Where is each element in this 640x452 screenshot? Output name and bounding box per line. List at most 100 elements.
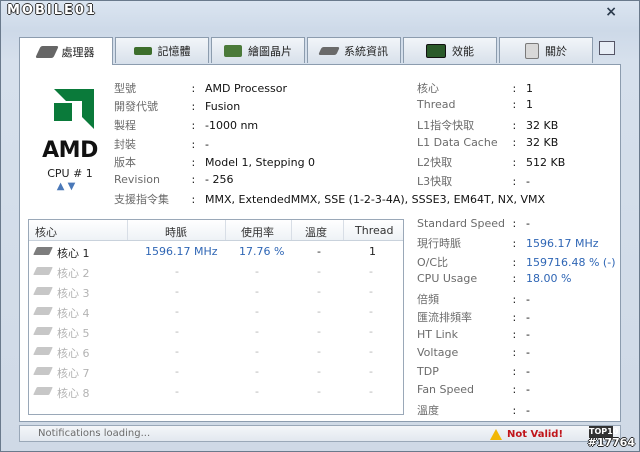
status-bar: Notifications loading... Not Valid! bbox=[19, 425, 621, 442]
stat-row: 現行時脈 : 1596.17 MHz bbox=[417, 237, 599, 250]
cpu-selector-label: CPU # 1 bbox=[47, 167, 93, 180]
info-value: - 256 bbox=[205, 173, 234, 186]
stat-row: 倍頻 : - bbox=[417, 293, 530, 306]
stat-label: TDP bbox=[417, 365, 439, 378]
tab-about[interactable]: 關於 bbox=[499, 37, 593, 63]
gpu-tab-icon bbox=[224, 44, 242, 57]
cell-clock: - bbox=[175, 285, 179, 298]
tab-system-info[interactable]: 系統資訊 bbox=[307, 37, 401, 63]
stat-value: - bbox=[526, 383, 530, 396]
stat-row: Standard Speed : - bbox=[417, 217, 530, 230]
stat-label: 匯流排頻率 bbox=[417, 311, 472, 324]
stat-value: - bbox=[526, 346, 530, 359]
info-label: 版本 bbox=[114, 156, 136, 169]
cpu-prev-arrow-icon[interactable]: ▲ bbox=[57, 181, 65, 192]
info-value: - bbox=[205, 138, 209, 151]
cell-temperature: - bbox=[317, 305, 321, 318]
tab-processor[interactable]: 處理器 bbox=[19, 37, 113, 65]
amd-arrow-icon bbox=[54, 89, 94, 129]
info-value: 1 bbox=[526, 82, 533, 95]
cpu-selector: ▲ ▼ bbox=[46, 181, 86, 192]
close-button[interactable]: × bbox=[605, 4, 617, 20]
stat-row: CPU Usage : 18.00 % bbox=[417, 272, 572, 285]
cell-thread: - bbox=[369, 385, 373, 398]
table-row[interactable]: 核心 8 - - - - bbox=[29, 382, 403, 402]
info-row-cores: 核心 : 1 bbox=[417, 82, 533, 95]
column-header-thread[interactable]: Thread bbox=[355, 224, 393, 237]
info-label: Revision bbox=[114, 173, 160, 186]
stat-label: Standard Speed bbox=[417, 217, 506, 230]
table-row[interactable]: 核心 6 - - - - bbox=[29, 342, 403, 362]
info-label: 開發代號 bbox=[114, 100, 158, 113]
column-header-core[interactable]: 核心 bbox=[35, 224, 57, 240]
table-row[interactable]: 核心 3 - - - - bbox=[29, 282, 403, 302]
info-row-model: 型號 : AMD Processor bbox=[114, 82, 287, 95]
cell-thread: - bbox=[369, 325, 373, 338]
tab-label: 系統資訊 bbox=[344, 44, 388, 58]
watermark-id: #17764 bbox=[587, 436, 636, 449]
settings-icon[interactable] bbox=[599, 41, 615, 55]
core-chip-icon bbox=[33, 267, 53, 275]
stat-value: - bbox=[526, 365, 530, 378]
info-row-l1-instruction: L1指令快取 : 32 KB bbox=[417, 119, 559, 132]
core-chip-icon bbox=[33, 367, 53, 375]
stat-value: - bbox=[526, 404, 530, 417]
info-value: 32 KB bbox=[526, 136, 559, 149]
stat-value: - bbox=[526, 328, 530, 341]
info-value: 1 bbox=[526, 98, 533, 111]
cell-core: 核心 2 bbox=[57, 267, 90, 280]
cell-clock: - bbox=[175, 265, 179, 278]
stat-label: CPU Usage bbox=[417, 272, 478, 285]
cell-temperature: - bbox=[317, 285, 321, 298]
core-chip-icon bbox=[33, 247, 53, 255]
info-row-revision: Revision : - 256 bbox=[114, 173, 234, 186]
stat-label: 倍頻 bbox=[417, 293, 439, 306]
info-label: 封裝 bbox=[114, 138, 136, 151]
system-tab-icon bbox=[318, 46, 340, 55]
table-row[interactable]: 核心 5 - - - - bbox=[29, 322, 403, 342]
validation-status[interactable]: Not Valid! bbox=[490, 427, 563, 441]
stat-label: 現行時脈 bbox=[417, 237, 461, 250]
column-header-clock[interactable]: 時脈 bbox=[165, 224, 187, 240]
column-header-usage[interactable]: 使用率 bbox=[241, 224, 274, 240]
info-row-l3: L3快取 : - bbox=[417, 175, 530, 188]
cell-clock: - bbox=[175, 305, 179, 318]
table-row[interactable]: 核心 4 - - - - bbox=[29, 302, 403, 322]
cell-usage: - bbox=[255, 265, 259, 278]
core-chip-icon bbox=[33, 347, 53, 355]
info-row-process: 製程 : -1000 nm bbox=[114, 119, 259, 132]
cell-core: 核心 4 bbox=[57, 307, 90, 320]
cell-thread: - bbox=[369, 285, 373, 298]
cell-thread: - bbox=[369, 305, 373, 318]
tab-graphics[interactable]: 繪圖晶片 bbox=[211, 37, 305, 63]
info-value: -1000 nm bbox=[205, 119, 259, 132]
column-header-temperature[interactable]: 溫度 bbox=[305, 224, 327, 240]
info-label: 型號 bbox=[114, 82, 136, 95]
stat-value: 18.00 % bbox=[526, 272, 572, 285]
cell-usage: - bbox=[255, 285, 259, 298]
stat-value: 1596.17 MHz bbox=[526, 237, 599, 250]
info-value: 32 KB bbox=[526, 119, 559, 132]
cell-core: 核心 1 bbox=[57, 247, 90, 260]
table-row[interactable]: 核心 7 - - - - bbox=[29, 362, 403, 382]
cell-core: 核心 6 bbox=[57, 347, 90, 360]
cell-clock: - bbox=[175, 325, 179, 338]
tab-memory[interactable]: 記憶體 bbox=[115, 37, 209, 63]
table-row[interactable]: 核心 2 - - - - bbox=[29, 262, 403, 282]
info-label: 製程 bbox=[114, 119, 136, 132]
cell-clock: - bbox=[175, 345, 179, 358]
cell-thread: - bbox=[369, 365, 373, 378]
stat-label: Fan Speed bbox=[417, 383, 475, 396]
cell-temperature: - bbox=[317, 325, 321, 338]
stat-value: 159716.48 % (-) bbox=[526, 256, 616, 269]
cpu-next-arrow-icon[interactable]: ▼ bbox=[68, 181, 76, 192]
table-row[interactable]: 核心 1 1596.17 MHz 17.76 % - 1 bbox=[29, 242, 403, 262]
app-window: MOBILE01 × 處理器 記憶體 繪圖晶片 系統資訊 效能 關於 AMD C… bbox=[0, 0, 640, 452]
info-value: - bbox=[526, 175, 530, 188]
stat-label: 溫度 bbox=[417, 404, 439, 417]
info-row-l2: L2快取 : 512 KB bbox=[417, 156, 566, 169]
info-row-version: 版本 : Model 1, Stepping 0 bbox=[114, 156, 316, 169]
stat-row: 溫度 : - bbox=[417, 404, 530, 417]
tab-performance[interactable]: 效能 bbox=[403, 37, 497, 63]
info-row-codename: 開發代號 : Fusion bbox=[114, 100, 241, 113]
